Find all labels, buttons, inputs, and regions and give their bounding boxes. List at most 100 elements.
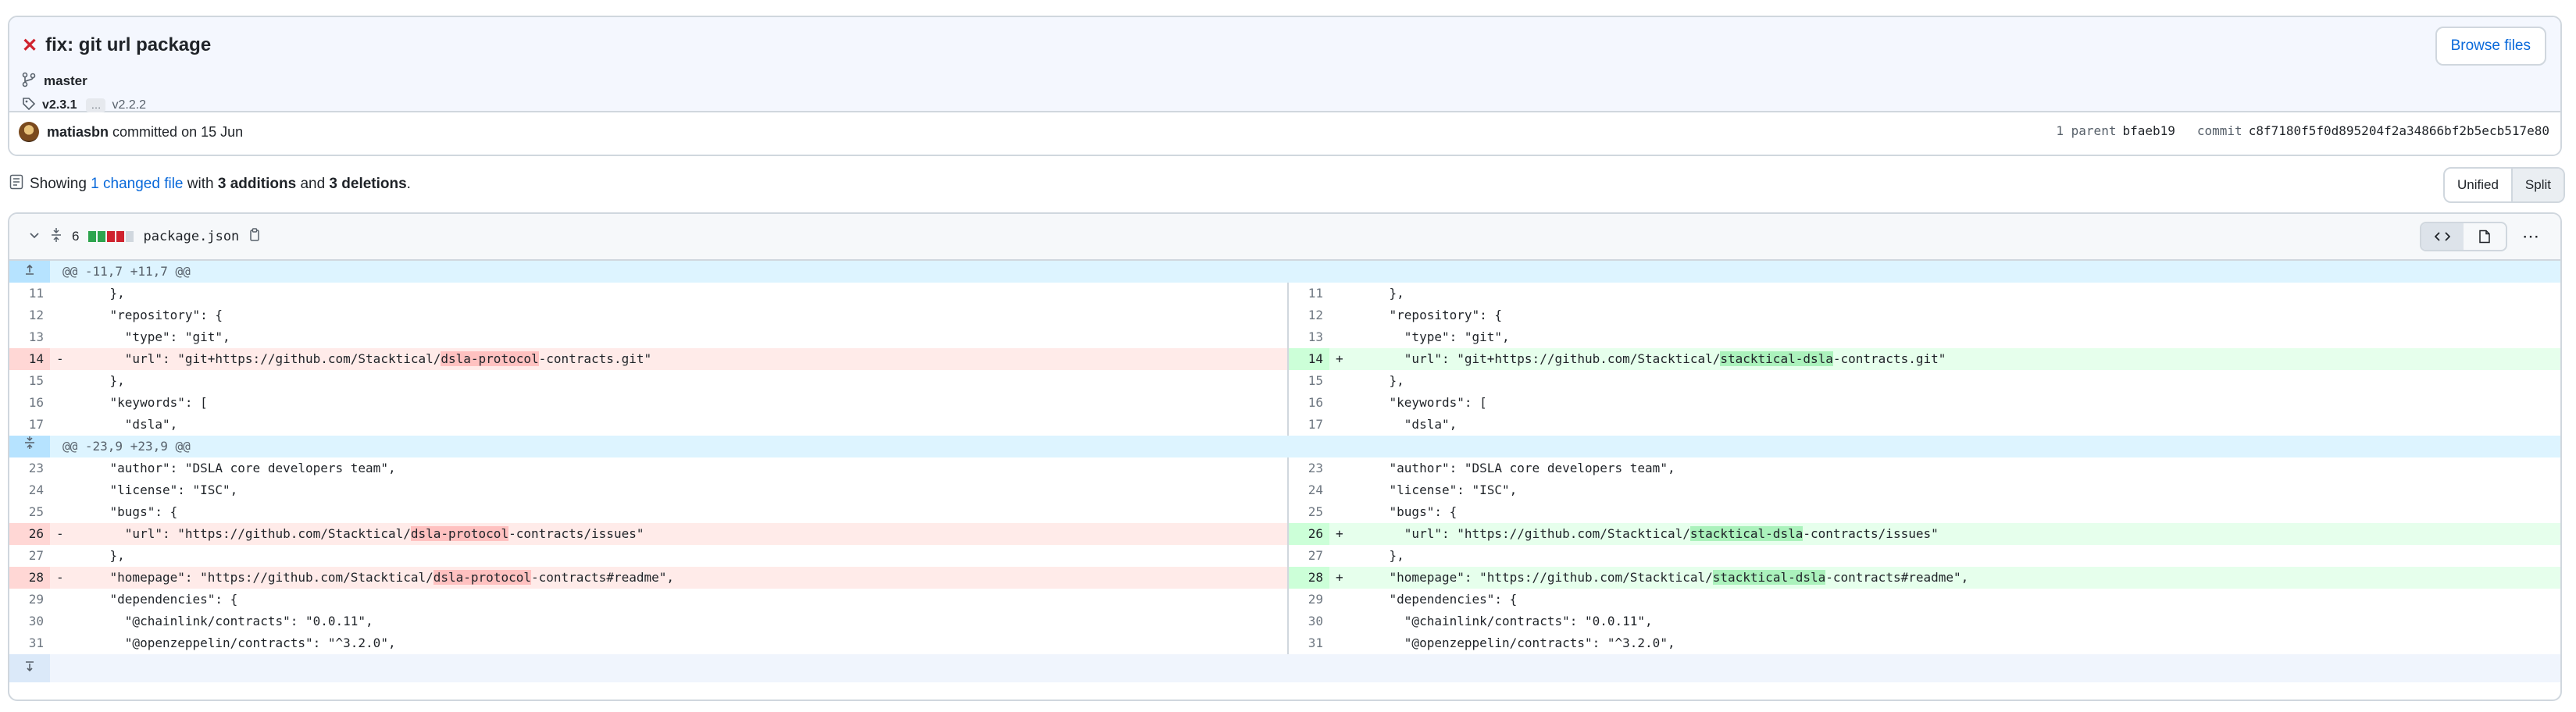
line-number[interactable]: 13 (1289, 326, 1329, 348)
line-number[interactable]: 28 (1289, 567, 1329, 589)
code-text: "@chainlink/contracts": "0.0.11", (1359, 614, 1653, 628)
addition-marker: + (1336, 526, 1343, 541)
code-segment: -contracts.git" (1832, 351, 1946, 366)
diff-row: 23 "author": "DSLA core developers team"… (9, 457, 2560, 479)
code-text: }, (80, 373, 125, 388)
removed-word: dsla-protocol (433, 570, 531, 585)
file-header-left: 6 package.json (28, 214, 261, 259)
code-text: "url": "git+https://github.com/Stacktica… (1359, 348, 1946, 370)
code-segment: "url": "https://github.com/Stacktical/ (1359, 526, 1690, 541)
line-number[interactable]: 31 (9, 632, 50, 654)
browse-files-button[interactable]: Browse files (2435, 27, 2546, 66)
copy-icon[interactable] (248, 227, 261, 246)
author-link[interactable]: matiasbn (47, 124, 109, 140)
expand-both-icon[interactable] (9, 436, 50, 457)
line-number[interactable]: 12 (1289, 304, 1329, 326)
left-line: 24 "license": "ISC", (9, 479, 1289, 501)
right-line: 29 "dependencies": { (1289, 589, 2560, 611)
unified-view-button[interactable]: Unified (2445, 169, 2511, 201)
line-number[interactable]: 13 (9, 326, 50, 348)
x-icon[interactable]: ✕ (22, 34, 37, 57)
hunk-header-row: @@ -11,7 +11,7 @@ (9, 261, 2560, 283)
chevron-down-icon[interactable] (28, 229, 41, 245)
file-header: 6 package.json ⋯ (9, 214, 2560, 261)
diffstat-del-block (116, 231, 125, 242)
diff-row: 12 "repository": {12 "repository": { (9, 304, 2560, 326)
line-number[interactable]: 24 (1289, 479, 1329, 501)
expand-up-icon[interactable] (9, 261, 50, 283)
code-text: "homepage": "https://github.com/Stacktic… (1359, 567, 1968, 589)
diff-row: 17 "dsla", 17 "dsla", (9, 414, 2560, 436)
line-number[interactable]: 17 (9, 414, 50, 436)
left-line: 31 "@openzeppelin/contracts": "^3.2.0", (9, 632, 1289, 654)
line-number[interactable]: 15 (9, 370, 50, 392)
summary-and: and (300, 176, 326, 192)
code-text: "license": "ISC", (80, 482, 238, 497)
diff-row: 16 "keywords": [16 "keywords": [ (9, 392, 2560, 414)
deletion-marker: - (56, 526, 64, 541)
parent-sha-link[interactable]: bfaeb19 (2122, 123, 2175, 138)
right-line: 16 "keywords": [ (1289, 392, 2560, 414)
line-number[interactable]: 29 (9, 589, 50, 611)
line-number[interactable]: 26 (9, 523, 50, 545)
file-view-icon[interactable] (2464, 223, 2506, 250)
diff-row: 31 "@openzeppelin/contracts": "^3.2.0", 3… (9, 632, 2560, 654)
line-number[interactable]: 15 (1289, 370, 1329, 392)
expand-all-icon[interactable] (50, 227, 62, 247)
left-line: 15 }, (9, 370, 1289, 392)
right-line: 13 "type": "git", (1289, 326, 2560, 348)
line-number[interactable]: 14 (9, 348, 50, 370)
line-number[interactable]: 25 (9, 501, 50, 523)
code-view-icon[interactable] (2421, 223, 2464, 250)
kebab-menu-icon[interactable]: ⋯ (2515, 226, 2546, 247)
line-number[interactable]: 27 (1289, 545, 1329, 567)
code-text: "repository": { (1359, 308, 1503, 322)
expand-down-icon[interactable] (9, 654, 50, 682)
right-line: 17 "dsla", (1289, 414, 2560, 436)
tag-link-main[interactable]: v2.3.1 (42, 98, 77, 112)
tag-link-other[interactable]: v2.2.2 (112, 98, 146, 112)
line-number[interactable]: 26 (1289, 523, 1329, 545)
line-number[interactable]: 14 (1289, 348, 1329, 370)
code-segment: -contracts#readme", (1825, 570, 1969, 585)
diff-row: 27 }, 27 }, (9, 545, 2560, 567)
line-number[interactable]: 17 (1289, 414, 1329, 436)
line-number[interactable]: 11 (1289, 283, 1329, 304)
right-line: 30 "@chainlink/contracts": "0.0.11", (1289, 611, 2560, 632)
line-number[interactable]: 30 (9, 611, 50, 632)
changed-files-link[interactable]: 1 changed file (91, 176, 183, 193)
right-line: 14 + "url": "git+https://github.com/Stack… (1289, 348, 2560, 370)
line-number[interactable]: 12 (9, 304, 50, 326)
added-word: stacktical-dsla (1689, 526, 1804, 541)
line-number[interactable]: 23 (9, 457, 50, 479)
code-text: "@chainlink/contracts": "0.0.11", (80, 614, 373, 628)
summary-with: with (187, 176, 214, 192)
left-line: 26- "url": "https://github.com/Stacktica… (9, 523, 1289, 545)
addition-marker: + (1336, 351, 1343, 366)
left-line: 25 "bugs": { (9, 501, 1289, 523)
line-number[interactable]: 16 (9, 392, 50, 414)
file-name-link[interactable]: package.json (143, 229, 239, 244)
line-number[interactable]: 16 (1289, 392, 1329, 414)
branch-link[interactable]: master (44, 73, 87, 89)
code-text: "dependencies": { (80, 592, 238, 607)
line-number[interactable]: 27 (9, 545, 50, 567)
line-number[interactable]: 28 (9, 567, 50, 589)
right-line: 24 "license": "ISC", (1289, 479, 2560, 501)
line-number[interactable]: 30 (1289, 611, 1329, 632)
avatar[interactable] (19, 122, 39, 142)
more-tags-button[interactable]: … (86, 98, 106, 112)
line-number[interactable]: 23 (1289, 457, 1329, 479)
line-number[interactable]: 25 (1289, 501, 1329, 523)
left-line: 17 "dsla", (9, 414, 1289, 436)
diff-row: 25 "bugs": {25 "bugs": { (9, 501, 2560, 523)
commit-title: ✕ fix: git url package (22, 27, 211, 64)
deletions-count: 3 deletions (329, 176, 407, 192)
line-number[interactable]: 11 (9, 283, 50, 304)
split-view-button[interactable]: Split (2510, 169, 2564, 201)
file-tree-icon[interactable] (9, 174, 23, 194)
line-number[interactable]: 31 (1289, 632, 1329, 654)
code-segment: "url": "git+https://github.com/Stacktica… (1359, 351, 1721, 366)
line-number[interactable]: 24 (9, 479, 50, 501)
line-number[interactable]: 29 (1289, 589, 1329, 611)
